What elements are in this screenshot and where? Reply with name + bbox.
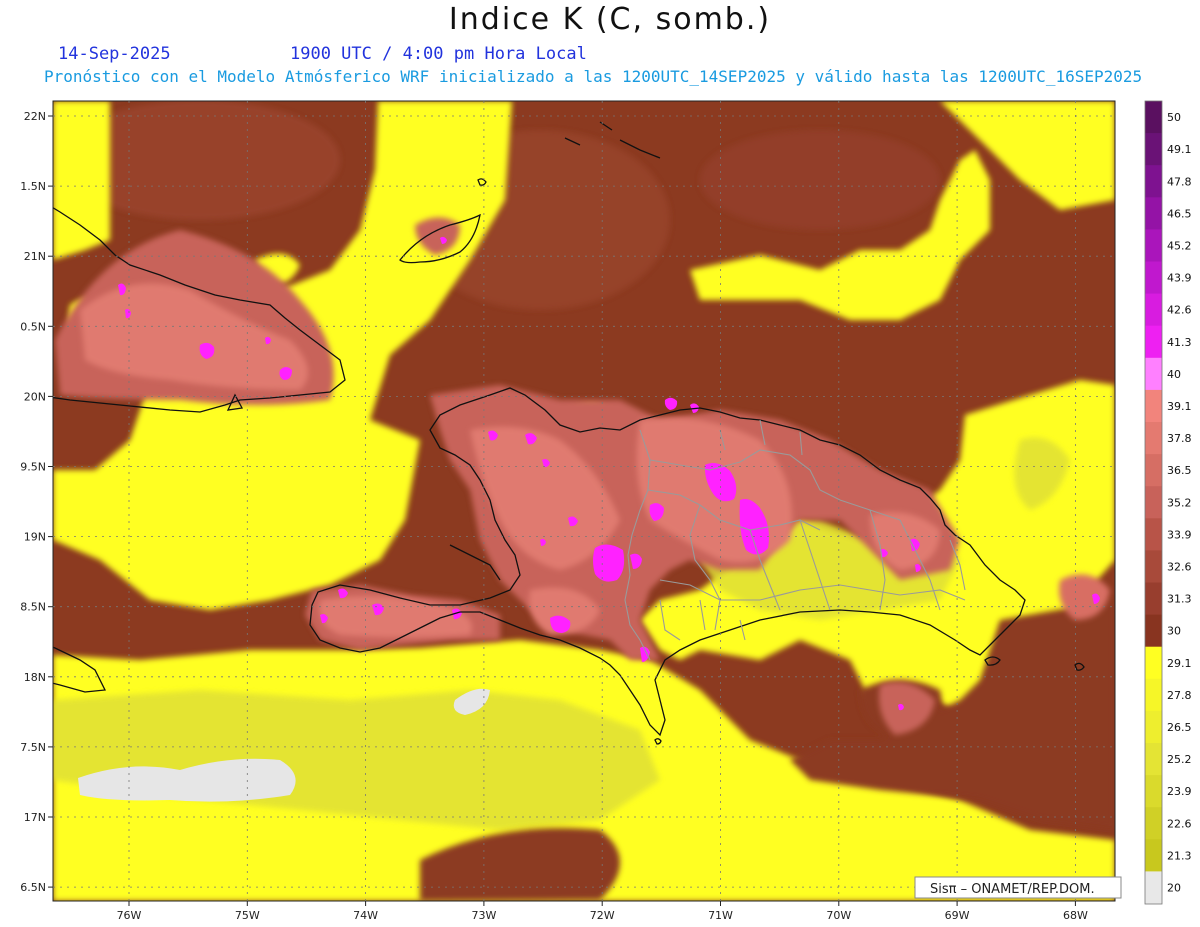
longitude-labels: 76W 75W 74W 73W 72W 71W 70W 69W 68W: [117, 901, 1088, 922]
colorbar-label: 27.8: [1167, 689, 1192, 702]
lon-label: 76W: [117, 909, 142, 922]
colorbar-label: 41.3: [1167, 336, 1192, 349]
colorbar-swatch: [1145, 550, 1162, 583]
colorbar-label: 30: [1167, 625, 1181, 638]
map-canvas: 22N 1.5N 21N 0.5N 20N 9.5N 19N 8.5N 18N 7.5N 17N 6.…: [20, 100, 1192, 922]
colorbar-swatch: [1145, 807, 1162, 840]
colorbar-label: 35.2: [1167, 496, 1192, 509]
colorbar-label: 40: [1167, 368, 1181, 381]
colorbar-label: 42.6: [1167, 304, 1192, 317]
colorbar-label: 47.8: [1167, 175, 1192, 188]
colorbar-swatch: [1145, 871, 1162, 904]
lat-label: 7.5N: [20, 741, 46, 754]
colorbar-swatch: [1145, 582, 1162, 616]
colorbar-swatch: [1145, 518, 1162, 551]
colorbar-swatch: [1145, 293, 1162, 327]
colorbar-swatch: [1145, 678, 1162, 712]
lon-label: 72W: [590, 909, 615, 922]
lon-label: 70W: [826, 909, 851, 922]
colorbar-swatch: [1145, 422, 1162, 455]
colorbar-swatch: [1145, 710, 1162, 744]
colorbar-label: 21.3: [1167, 849, 1192, 862]
colorbar-label: 37.8: [1167, 432, 1192, 445]
colorbar-swatch: [1145, 101, 1162, 134]
colorbar-swatch: [1145, 133, 1162, 166]
lon-label: 68W: [1063, 909, 1088, 922]
colorbar-label: 22.6: [1167, 817, 1192, 830]
colorbar-swatch: [1145, 357, 1162, 391]
lat-label: 22N: [24, 110, 46, 123]
colorbar-label: 32.6: [1167, 560, 1192, 573]
lat-label: 17N: [24, 811, 46, 824]
colorbar-swatch: [1145, 229, 1162, 262]
credit-text: Sisπ – ONAMET/REP.DOM.: [930, 882, 1095, 897]
colorbar-swatch: [1145, 839, 1162, 872]
colorbar-label: 50: [1167, 111, 1181, 124]
colorbar-label: 31.3: [1167, 593, 1192, 606]
lat-label: 9.5N: [20, 461, 46, 474]
lat-label: 0.5N: [20, 320, 46, 333]
lat-label: 1.5N: [20, 180, 46, 193]
colorbar-swatch: [1145, 743, 1162, 776]
lat-label: 8.5N: [20, 601, 46, 614]
colorbar-swatch: [1145, 165, 1162, 198]
lon-label: 75W: [235, 909, 260, 922]
lon-label: 73W: [471, 909, 496, 922]
colorbar-label: 25.2: [1167, 753, 1192, 766]
colorbar-swatch: [1145, 261, 1162, 295]
lon-label: 74W: [353, 909, 378, 922]
colorbar-label: 49.1: [1167, 143, 1192, 156]
colorbar-swatch: [1145, 389, 1162, 423]
colorbar: 50 49.1 47.8 46.5 45.2 43.9 42.6 41.3 40 39.1 37.8…: [1145, 101, 1192, 904]
lat-label: 6.5N: [20, 881, 46, 894]
lat-label: 20N: [24, 390, 46, 403]
k-index-field: [53, 101, 1115, 901]
colorbar-label: 20: [1167, 881, 1181, 894]
colorbar-label: 46.5: [1167, 207, 1192, 220]
colorbar-label: 43.9: [1167, 272, 1192, 285]
colorbar-swatch: [1145, 325, 1162, 359]
colorbar-swatch: [1145, 646, 1162, 680]
lon-label: 69W: [945, 909, 970, 922]
latitude-labels: 22N 1.5N 21N 0.5N 20N 9.5N 19N 8.5N 18N 7.5N 17N 6.…: [20, 110, 53, 894]
colorbar-swatch: [1145, 775, 1162, 808]
colorbar-label: 29.1: [1167, 657, 1192, 670]
colorbar-swatch: [1145, 614, 1162, 648]
colorbar-swatch: [1145, 486, 1162, 519]
lat-label: 21N: [24, 250, 46, 263]
colorbar-label: 39.1: [1167, 400, 1192, 413]
lat-label: 19N: [24, 531, 46, 544]
colorbar-label: 26.5: [1167, 721, 1192, 734]
colorbar-label: 33.9: [1167, 528, 1192, 541]
colorbar-label: 36.5: [1167, 464, 1192, 477]
lat-label: 18N: [24, 671, 46, 684]
colorbar-swatch: [1145, 197, 1162, 230]
colorbar-label: 45.2: [1167, 239, 1192, 252]
colorbar-swatch: [1145, 454, 1162, 487]
lon-label: 71W: [708, 909, 733, 922]
colorbar-label: 23.9: [1167, 785, 1192, 798]
